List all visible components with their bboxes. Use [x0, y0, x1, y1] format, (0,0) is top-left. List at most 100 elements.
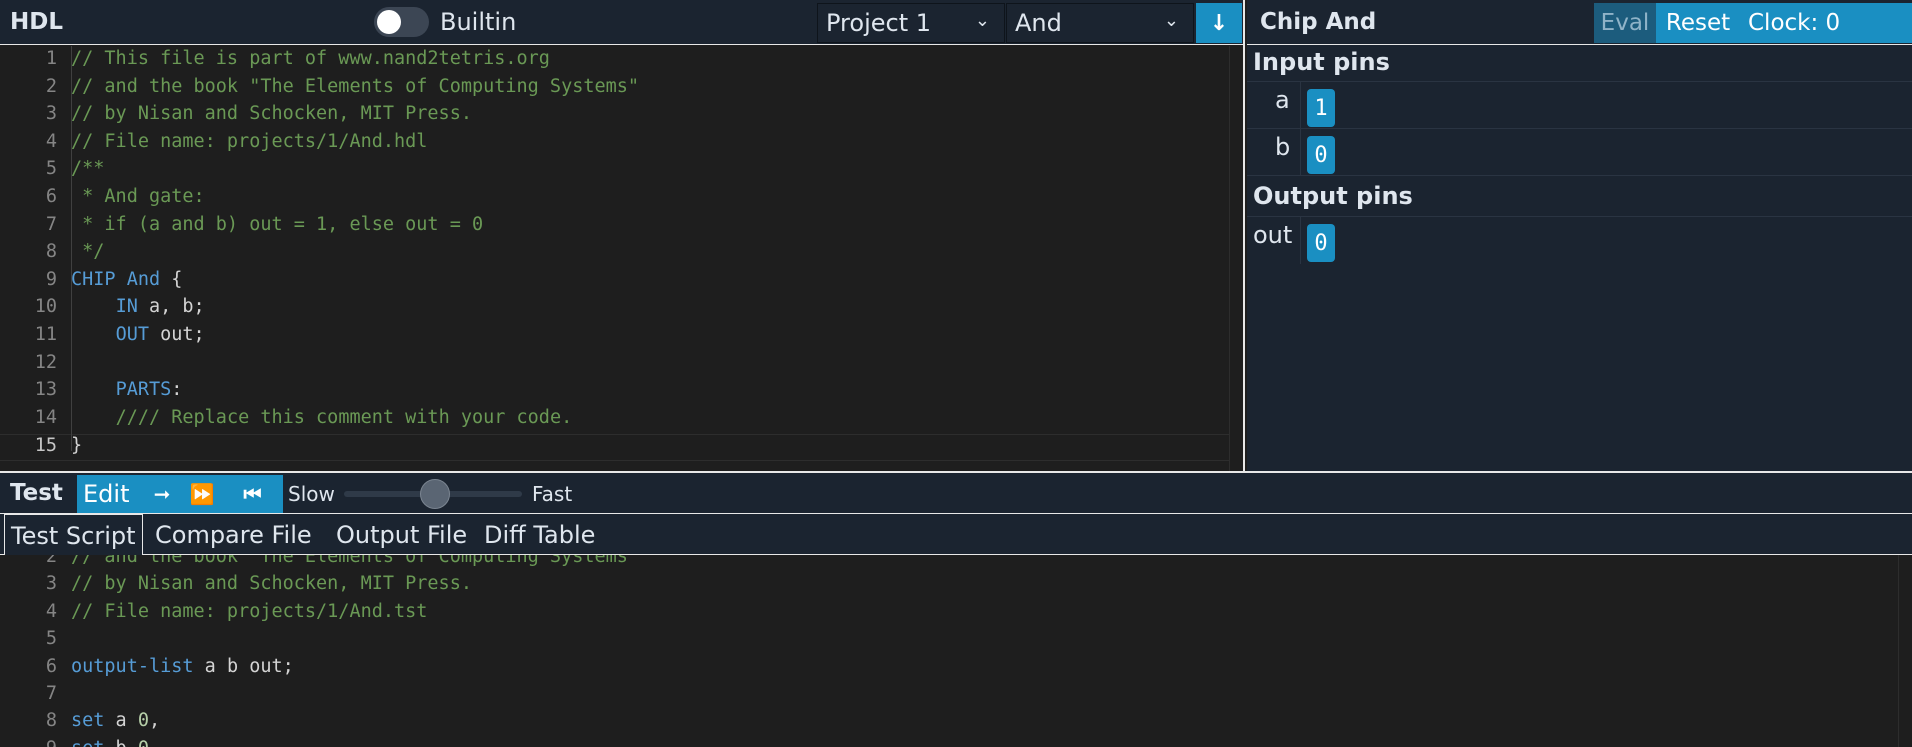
speed-fast-label: Fast — [532, 482, 573, 506]
code-line[interactable]: 8 set a 0, — [0, 710, 1912, 737]
code-line[interactable]: 6 * And gate: — [0, 186, 1243, 213]
input-pin-value-toggle[interactable]: 1 — [1307, 89, 1335, 127]
line-code: IN a, b; — [71, 296, 205, 317]
test-script-editor[interactable]: 2 // and the book "The Elements of Comput… — [0, 555, 1912, 747]
line-code: // by Nisan and Schocken, MIT Press. — [71, 573, 472, 594]
code-line[interactable]: 4 // File name: projects/1/And.hdl — [0, 131, 1243, 158]
line-code: * And gate: — [71, 186, 205, 207]
tab-test-script[interactable]: Test Script — [4, 514, 143, 556]
reset-test-button[interactable]: ⏮ — [222, 475, 283, 513]
code-token: OUT — [115, 324, 149, 345]
reset-button[interactable]: Reset — [1656, 3, 1740, 43]
code-token: a b out; — [193, 655, 294, 677]
line-code: // File name: projects/1/And.hdl — [71, 131, 427, 152]
line-number: 8 — [45, 241, 57, 263]
code-line[interactable]: 9 set b 0, — [0, 738, 1912, 747]
input-pin-row: b 0 — [1247, 128, 1912, 176]
test-editor-scrollbar[interactable] — [1898, 555, 1912, 747]
line-code: // and the book "The Elements of Computi… — [71, 555, 639, 567]
output-pin-value: 0 — [1307, 224, 1335, 262]
code-token: */ — [71, 241, 105, 263]
code-token: * And gate: — [71, 186, 205, 207]
line-code: output-list a b out; — [71, 656, 294, 677]
code-token: b — [104, 738, 137, 747]
tab-compare-file[interactable]: Compare File — [149, 514, 318, 555]
chip-header: Chip And Eval Reset Clock: 0 — [1247, 0, 1912, 45]
line-number: 2 — [45, 75, 57, 97]
code-token: // by Nisan and Schocken, MIT Press. — [71, 103, 472, 125]
indent-guide — [71, 46, 72, 451]
code-line[interactable]: 7 — [0, 683, 1912, 710]
code-line[interactable]: 3 // by Nisan and Schocken, MIT Press. — [0, 103, 1243, 130]
rewind-icon: ⏮ — [243, 482, 262, 506]
code-line[interactable]: 2 // and the book "The Elements of Comput… — [0, 555, 1912, 573]
code-token: // and the book "The Elements of Computi… — [71, 75, 640, 97]
hdl-header: HDL Builtin Project 1 ⌄ And ⌄ ↓ — [0, 0, 1243, 45]
line-number: 9 — [0, 738, 57, 747]
code-line[interactable]: 5 /** — [0, 158, 1243, 185]
line-number: 3 — [45, 573, 57, 595]
builtin-toggle[interactable] — [374, 7, 429, 37]
fast-forward-icon: ⏩ — [189, 482, 215, 506]
code-line[interactable]: 14 //// Replace this comment with your c… — [0, 407, 1243, 434]
line-code: */ — [71, 241, 104, 262]
download-button[interactable]: ↓ — [1196, 3, 1242, 43]
line-code: //// Replace this comment with your code… — [71, 406, 573, 428]
output-pin-row: out 0 — [1247, 216, 1912, 264]
line-number: 9 — [45, 268, 57, 290]
code-line[interactable]: 11 OUT out; — [0, 324, 1243, 351]
run-button[interactable]: ⏩ — [182, 475, 222, 513]
code-line[interactable]: 15} — [0, 434, 1243, 462]
code-token: //// Replace this comment with your code… — [115, 406, 573, 428]
edit-button[interactable]: Edit — [77, 475, 142, 513]
input-pin-value-toggle[interactable]: 0 — [1307, 136, 1335, 174]
code-line[interactable]: 1 // This file is part of www.nand2tetris… — [0, 48, 1243, 75]
code-line[interactable]: 9 CHIP And { — [0, 269, 1243, 296]
line-code: CHIP And { — [71, 269, 182, 290]
code-token: , — [148, 710, 161, 732]
tab-output-file[interactable]: Output File — [330, 514, 473, 555]
pin-divider — [1300, 82, 1301, 129]
code-line[interactable]: 5 — [0, 628, 1912, 655]
chip-select[interactable]: And ⌄ — [1006, 3, 1194, 43]
code-token: /** — [71, 158, 105, 180]
code-line[interactable]: 10 IN a, b; — [0, 296, 1243, 323]
code-token: PARTS — [115, 379, 172, 401]
line-number: 4 — [45, 600, 57, 622]
clock-button[interactable]: Clock: 0 — [1740, 3, 1912, 43]
line-number: 6 — [45, 186, 57, 207]
code-line[interactable]: 8 */ — [0, 241, 1243, 268]
code-token: 0 — [137, 710, 149, 732]
line-code: /** — [71, 158, 104, 179]
input-pin-name: a — [1275, 86, 1290, 114]
line-code: } — [71, 435, 82, 456]
code-token: * if (a and b) out = 1, else out = 0 — [71, 213, 484, 235]
code-line[interactable]: 6 output-list a b out; — [0, 656, 1912, 683]
code-line[interactable]: 12 — [0, 352, 1243, 379]
code-line[interactable]: 4 // File name: projects/1/And.tst — [0, 601, 1912, 628]
speed-slider-thumb[interactable] — [420, 479, 450, 509]
step-button[interactable]: ➞ — [142, 475, 182, 513]
chip-select-value: And — [1015, 9, 1062, 37]
hdl-code-editor[interactable]: 1 // This file is part of www.nand2tetris… — [0, 46, 1243, 471]
code-token: output-list — [71, 655, 194, 677]
test-tabs: Test Script Compare File Output File Dif… — [0, 513, 1912, 556]
code-line[interactable]: 7 * if (a and b) out = 1, else out = 0 — [0, 214, 1243, 241]
line-number: 14 — [34, 406, 57, 428]
code-line[interactable]: 2 // and the book "The Elements of Comput… — [0, 76, 1243, 103]
eval-button[interactable]: Eval — [1594, 3, 1656, 43]
hdl-editor-scrollbar[interactable] — [1229, 46, 1243, 471]
code-line[interactable]: 3 // by Nisan and Schocken, MIT Press. — [0, 573, 1912, 600]
code-token: set — [71, 710, 105, 732]
output-pins-title: Output pins — [1253, 182, 1413, 210]
project-select[interactable]: Project 1 ⌄ — [817, 3, 1005, 43]
tab-diff-table[interactable]: Diff Table — [478, 514, 601, 555]
line-number: 7 — [45, 213, 57, 235]
line-code: // File name: projects/1/And.tst — [71, 601, 427, 622]
toggle-knob[interactable] — [377, 10, 401, 34]
line-number: 5 — [45, 628, 57, 650]
code-line[interactable]: 13 PARTS: — [0, 379, 1243, 406]
